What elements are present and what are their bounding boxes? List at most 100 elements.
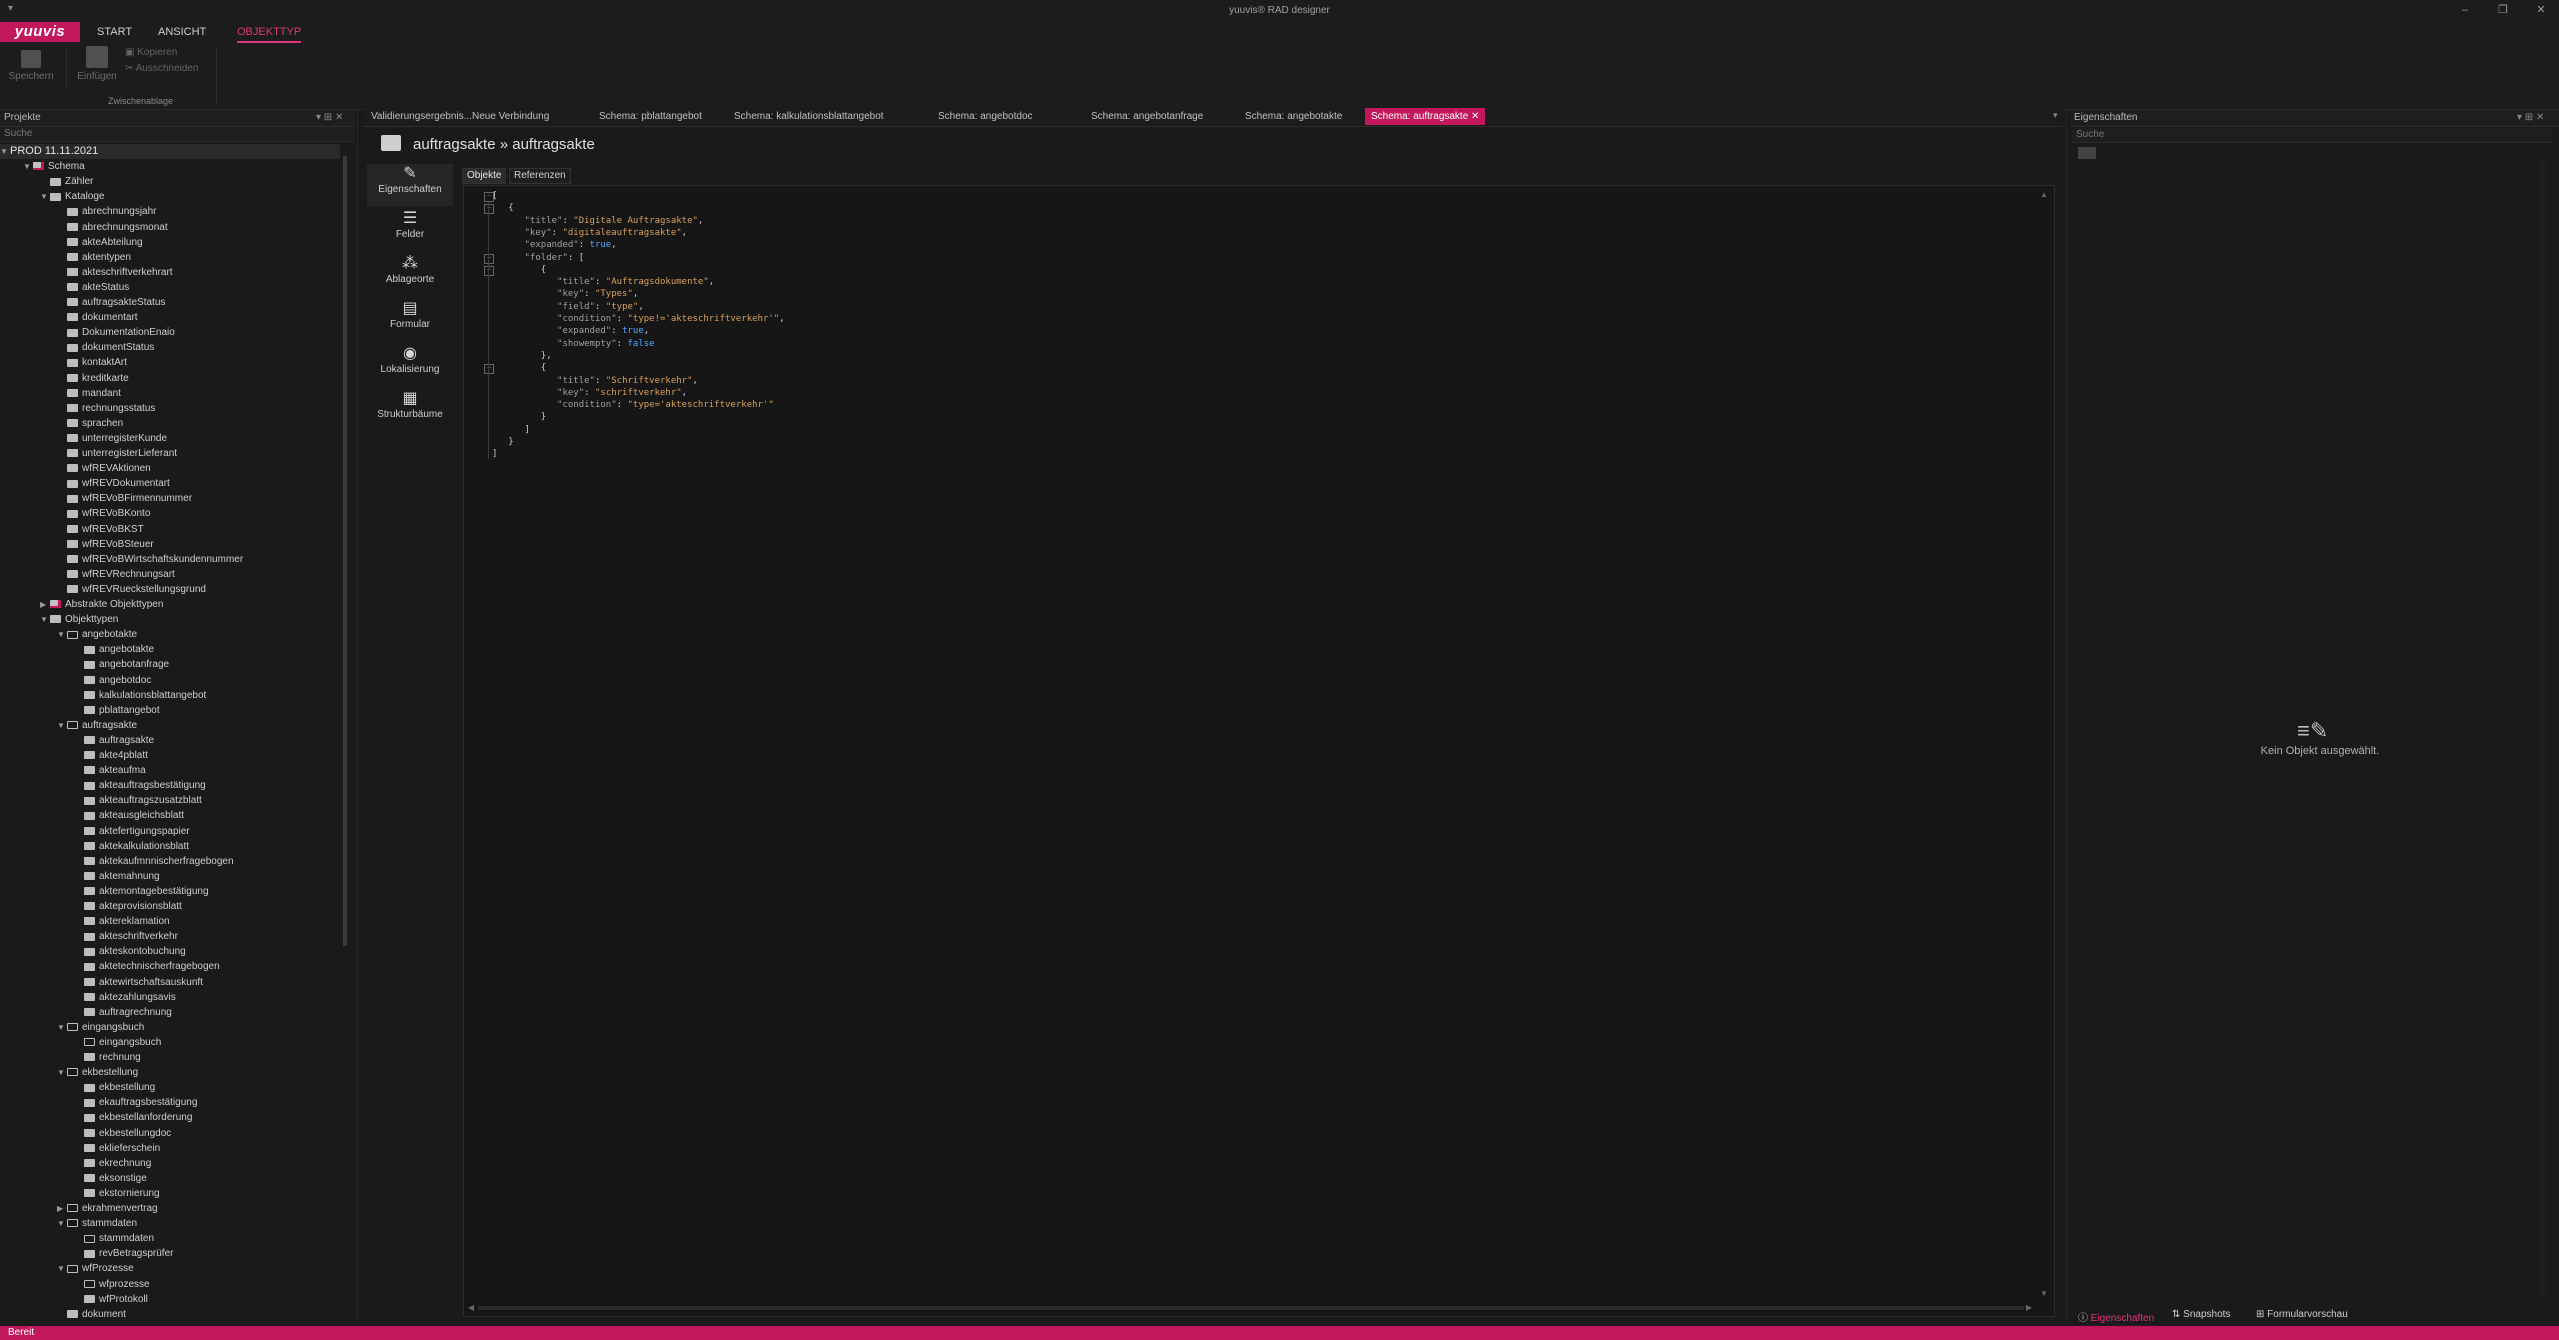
side-nav-eigenschaften[interactable]: ✎ Eigenschaften [367, 164, 453, 206]
tree-item[interactable]: eksonstige [74, 1171, 147, 1186]
tree-item[interactable]: aktentypen [57, 250, 131, 265]
tree-item[interactable]: angebotdoc [74, 673, 151, 688]
tree-item[interactable]: wfProtokoll [74, 1292, 148, 1307]
collapse-icon[interactable]: ▼ [40, 189, 50, 204]
collapse-icon[interactable]: ▼ [0, 144, 10, 159]
collapse-icon[interactable]: ▼ [57, 1216, 67, 1231]
tree-item[interactable]: unterregisterLieferant [57, 446, 177, 461]
tree-item[interactable]: akteaufma [74, 763, 146, 778]
collapse-icon[interactable]: ▼ [40, 612, 50, 627]
tree-item[interactable]: dokument [57, 1307, 126, 1319]
tree-item[interactable]: pblattangebot [74, 703, 160, 718]
tree-item[interactable]: eklieferschein [74, 1141, 160, 1156]
tree-item[interactable]: ekrechnung [74, 1156, 151, 1171]
tree-item[interactable]: ekbestellung [74, 1080, 155, 1095]
close-tab-icon[interactable]: ✕ [1468, 111, 1479, 122]
tree-item[interactable]: wfREVDokumentart [57, 476, 170, 491]
side-nav-lokalisierung[interactable]: ◉ Lokalisierung [367, 344, 453, 386]
scroll-down-icon[interactable]: ▼ [2040, 1289, 2048, 1298]
save-button[interactable]: Speichern [6, 50, 56, 82]
tree-item[interactable]: akteAbteilung [57, 235, 143, 250]
tree-item[interactable]: aktereklamation [74, 914, 170, 929]
tree-item[interactable]: akteauftragszusatzblatt [74, 793, 202, 808]
tree-item[interactable]: aktezahlungsavis [74, 990, 176, 1005]
tree-item[interactable]: wfREVoBWirtschaftskundennummer [57, 552, 243, 567]
tree-item[interactable]: akteausgleichsblatt [74, 808, 184, 823]
collapse-icon[interactable]: ▼ [57, 627, 67, 642]
tree-item[interactable]: ▼ wfProzesse [57, 1261, 134, 1276]
tree-item[interactable]: auftragsakteStatus [57, 295, 165, 310]
tree-item[interactable]: sprachen [57, 416, 123, 431]
restore-button[interactable]: ❐ [2493, 3, 2513, 17]
side-nav-formular[interactable]: ▤ Formular [367, 299, 453, 341]
app-logo[interactable]: yuuvis [0, 22, 80, 42]
sub-tab-referenzen[interactable]: Referenzen [509, 168, 571, 184]
tree-item[interactable]: Zähler [40, 174, 93, 189]
tree-item[interactable]: auftragsakte [74, 733, 154, 748]
tree-item[interactable]: abrechnungsjahr [57, 204, 157, 219]
tree-item[interactable]: ekstornierung [74, 1186, 160, 1201]
tree-item[interactable]: revBetragsprüfer [74, 1246, 173, 1261]
expand-icon[interactable]: ▶ [57, 1201, 67, 1216]
tree-item[interactable]: ▼ Schema [23, 159, 85, 174]
tree-item[interactable]: ekauftragsbestätigung [74, 1095, 197, 1110]
fold-toggle-icon[interactable]: − [484, 364, 494, 375]
tree-item[interactable]: aktemontagebestätigung [74, 884, 209, 899]
tree-item[interactable]: akteprovisionsblatt [74, 899, 182, 914]
tree-item[interactable]: aktekaufmnnischerfragebogen [74, 854, 234, 869]
tree-item[interactable]: wfREVRechnungsart [57, 567, 175, 582]
properties-search-input[interactable]: Suche [2072, 128, 2552, 143]
projects-search-input[interactable]: Suche [0, 127, 355, 142]
tree-item[interactable]: angebotanfrage [74, 657, 169, 672]
tree-item[interactable]: ▼ stammdaten [57, 1216, 137, 1231]
fold-toggle-icon[interactable]: − [484, 192, 494, 202]
tree-item[interactable]: stammdaten [74, 1231, 154, 1246]
bottom-tab-snapshots[interactable]: ⇅ Snapshots [2172, 1309, 2230, 1320]
tree-item[interactable]: aktemahnung [74, 869, 160, 884]
fold-toggle-icon[interactable]: − [484, 253, 494, 264]
tree-item[interactable]: wfREVRueckstellungsgrund [57, 582, 206, 597]
tree-scrollbar-thumb[interactable] [343, 156, 347, 946]
scroll-left-icon[interactable]: ◀ [468, 1303, 474, 1312]
tree-item[interactable]: aktekalkulationsblatt [74, 839, 189, 854]
tree-item[interactable]: wfREVoBKST [57, 522, 144, 537]
collapse-icon[interactable]: ▼ [57, 1065, 67, 1080]
tree-item[interactable]: aktewirtschaftsauskunft [74, 975, 203, 990]
insert-button[interactable]: Einfügen [72, 46, 122, 82]
menu-objekttyp[interactable]: OBJEKTTYP [237, 26, 302, 43]
tree-item[interactable]: aktetechnischerfragebogen [74, 959, 220, 974]
minimize-button[interactable]: – [2455, 3, 2475, 17]
document-tab[interactable]: Schema: angebotanfrage [1085, 108, 1209, 125]
copy-button[interactable]: ▣ Kopieren [125, 47, 177, 58]
menu-start[interactable]: START [97, 26, 132, 38]
tree-item[interactable]: akteskontobuchung [74, 944, 186, 959]
properties-scrollbar[interactable] [2540, 160, 2546, 1300]
side-nav-ablageorte[interactable]: ⁂ Ablageorte [367, 254, 453, 296]
collapse-icon[interactable]: ▼ [57, 1020, 67, 1035]
json-code-editor[interactable]: ▲ ▼ ◀ ▶ [− {− "title": "Digitale Auftrag… [463, 185, 2055, 1317]
tree-item[interactable]: dokumentart [57, 310, 138, 325]
tab-list-dropdown-icon[interactable]: ▾ [2053, 110, 2058, 121]
fold-toggle-icon[interactable]: − [484, 265, 494, 276]
tree-item[interactable]: ▼ angebotakte [57, 627, 137, 642]
document-tab[interactable]: Schema: kalkulationsblattangebot [728, 108, 890, 125]
tree-item[interactable]: unterregisterKunde [57, 431, 167, 446]
sort-icon[interactable] [2078, 147, 2096, 159]
tree-item[interactable]: ekbestellanforderung [74, 1110, 192, 1125]
document-tab[interactable]: Schema: pblattangebot [593, 108, 708, 125]
tree-item[interactable]: ▼ ekbestellung [57, 1065, 138, 1080]
tree-item[interactable]: kontaktArt [57, 355, 127, 370]
tree-item[interactable]: eingangsbuch [74, 1035, 161, 1050]
document-tab[interactable]: Schema: angebotakte [1239, 108, 1348, 125]
scroll-right-icon[interactable]: ▶ [2026, 1303, 2032, 1312]
tree-item[interactable]: ▼ Kataloge [40, 189, 104, 204]
tree-item[interactable]: kreditkarte [57, 371, 129, 386]
tree-root[interactable]: ▼ PROD 11.11.2021 [0, 144, 340, 159]
tree-item[interactable]: mandant [57, 386, 121, 401]
tree-item[interactable]: rechnung [74, 1050, 141, 1065]
tree-item[interactable]: wfprozesse [74, 1277, 150, 1292]
tree-item[interactable]: wfREVoBSteuer [57, 537, 154, 552]
tree-item[interactable]: akte4pblatt [74, 748, 148, 763]
document-tab[interactable]: Schema: angebotdoc [932, 108, 1039, 125]
tree-item[interactable]: DokumentationEnaio [57, 325, 175, 340]
